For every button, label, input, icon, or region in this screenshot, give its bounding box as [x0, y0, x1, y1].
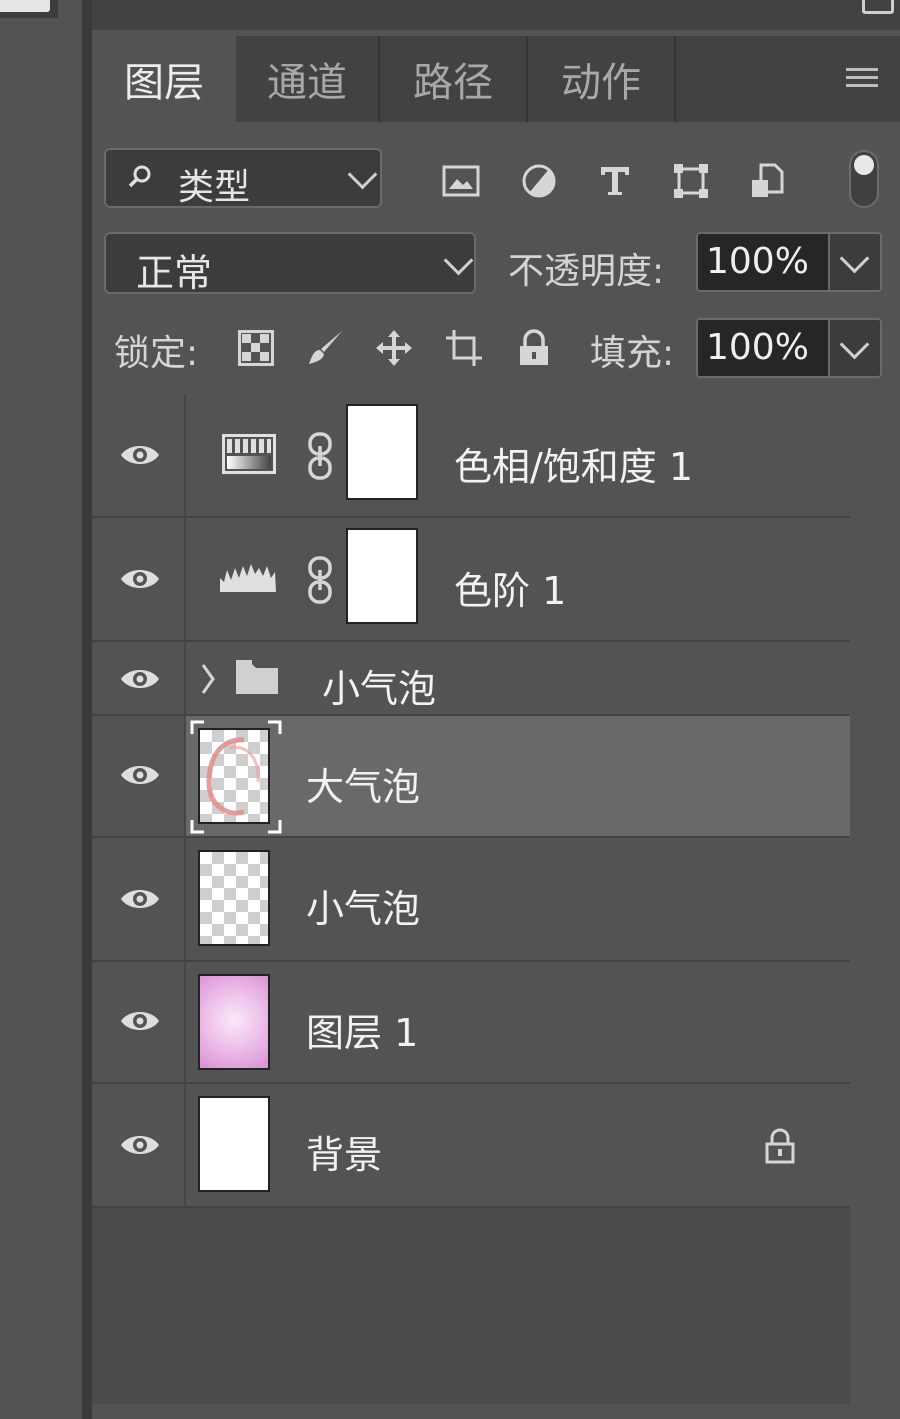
eye-icon[interactable]: [119, 1008, 161, 1034]
shape-filter-icon[interactable]: [668, 158, 714, 204]
chevron-right-icon[interactable]: [200, 662, 216, 696]
left-toolbar-strip: [0, 0, 82, 1419]
blend-mode-label: 正常: [136, 251, 213, 295]
folder-icon: [236, 660, 278, 694]
levels-adjustment-icon: [220, 564, 276, 592]
visibility-toggle[interactable]: [92, 1084, 186, 1206]
visibility-toggle[interactable]: [92, 642, 186, 714]
panel-tabs: 图层 通道 路径 动作: [92, 36, 900, 122]
blend-mode-select[interactable]: 正常: [104, 232, 476, 295]
visibility-toggle[interactable]: [92, 716, 186, 836]
selection-corner-brackets: [190, 720, 282, 834]
layer-row[interactable]: 小气泡: [92, 838, 850, 962]
layers-panel: 图层 通道 路径 动作 类型 正常 不透明度: 100% 锁定: 填充: 100…: [92, 30, 900, 1419]
collapsed-panel-header: [92, 0, 900, 30]
adjustment-filter-icon[interactable]: [516, 158, 562, 204]
filter-kind-label: 类型: [178, 167, 251, 208]
visibility-toggle[interactable]: [92, 838, 186, 960]
image-filter-icon[interactable]: [438, 158, 484, 204]
search-icon: [128, 165, 151, 188]
layer-thumbnail[interactable]: [198, 1096, 270, 1192]
lock-artboard-icon[interactable]: [442, 326, 486, 370]
chevron-down-icon: [443, 245, 474, 276]
eye-icon[interactable]: [119, 886, 161, 912]
lock-transparent-pixels-icon[interactable]: [234, 326, 278, 370]
layer-row-selected[interactable]: 大气泡: [92, 716, 850, 838]
layer-name[interactable]: 大气泡: [306, 756, 420, 811]
type-filter-icon[interactable]: [592, 158, 638, 204]
layer-row[interactable]: 图层 1: [92, 962, 850, 1084]
toolbar-tool-icon[interactable]: [0, 0, 50, 12]
filter-kind-select[interactable]: 类型: [104, 148, 382, 208]
opacity-input[interactable]: 100%: [696, 232, 830, 292]
chain-link-icon[interactable]: [306, 556, 334, 604]
fill-input[interactable]: 100%: [696, 318, 830, 378]
eye-icon[interactable]: [119, 566, 161, 592]
layer-thumbnail[interactable]: [198, 850, 270, 946]
layer-row-background[interactable]: 背景: [92, 1084, 850, 1208]
tab-layers[interactable]: 图层: [92, 36, 236, 122]
lock-all-icon[interactable]: [512, 326, 556, 370]
panel-menu-icon[interactable]: [846, 68, 878, 92]
panel-header-icon[interactable]: [862, 0, 894, 14]
chain-link-icon[interactable]: [306, 432, 334, 480]
opacity-dropdown[interactable]: [830, 232, 882, 292]
eye-icon[interactable]: [119, 762, 161, 788]
chevron-down-icon: [347, 159, 378, 190]
visibility-toggle[interactable]: [92, 394, 186, 516]
visibility-toggle[interactable]: [92, 962, 186, 1082]
layer-row[interactable]: 色相/饱和度 1: [92, 394, 850, 518]
layer-mask-thumbnail[interactable]: [346, 528, 418, 624]
layer-name[interactable]: 图层 1: [306, 1002, 418, 1057]
layer-list: 色相/饱和度 1 色阶 1 小气泡 大气泡 小气泡 图层 1 背景: [92, 394, 850, 1404]
fill-dropdown[interactable]: [830, 318, 882, 378]
layer-thumbnail[interactable]: [198, 974, 270, 1070]
smart-object-filter-icon[interactable]: [744, 158, 790, 204]
chevron-down-icon: [839, 329, 870, 360]
layer-group-row[interactable]: 小气泡: [92, 642, 850, 716]
filter-toggle-switch[interactable]: [849, 150, 879, 208]
lock-icon[interactable]: [764, 1128, 796, 1164]
tab-paths[interactable]: 路径: [380, 36, 528, 122]
fill-label: 填充:: [590, 333, 675, 374]
layer-name[interactable]: 色阶 1: [454, 560, 566, 615]
layer-name[interactable]: 小气泡: [306, 878, 420, 933]
eye-icon[interactable]: [119, 1132, 161, 1158]
toggle-knob: [854, 155, 874, 175]
tab-actions[interactable]: 动作: [528, 36, 676, 122]
eye-icon[interactable]: [119, 666, 161, 692]
layer-name[interactable]: 小气泡: [322, 658, 436, 713]
lock-label: 锁定:: [114, 333, 199, 374]
tab-channels[interactable]: 通道: [236, 36, 380, 122]
layer-mask-thumbnail[interactable]: [346, 404, 418, 500]
lock-image-pixels-icon[interactable]: [304, 326, 348, 370]
layer-name[interactable]: 色相/饱和度 1: [454, 436, 693, 491]
layer-row[interactable]: 色阶 1: [92, 518, 850, 642]
panel-divider[interactable]: [82, 0, 92, 1419]
eye-icon[interactable]: [119, 442, 161, 468]
chevron-down-icon: [839, 243, 870, 274]
opacity-label: 不透明度:: [508, 251, 665, 292]
lock-position-icon[interactable]: [372, 326, 416, 370]
hue-saturation-adjustment-icon: [222, 434, 276, 474]
layer-name[interactable]: 背景: [306, 1124, 382, 1179]
visibility-toggle[interactable]: [92, 518, 186, 640]
